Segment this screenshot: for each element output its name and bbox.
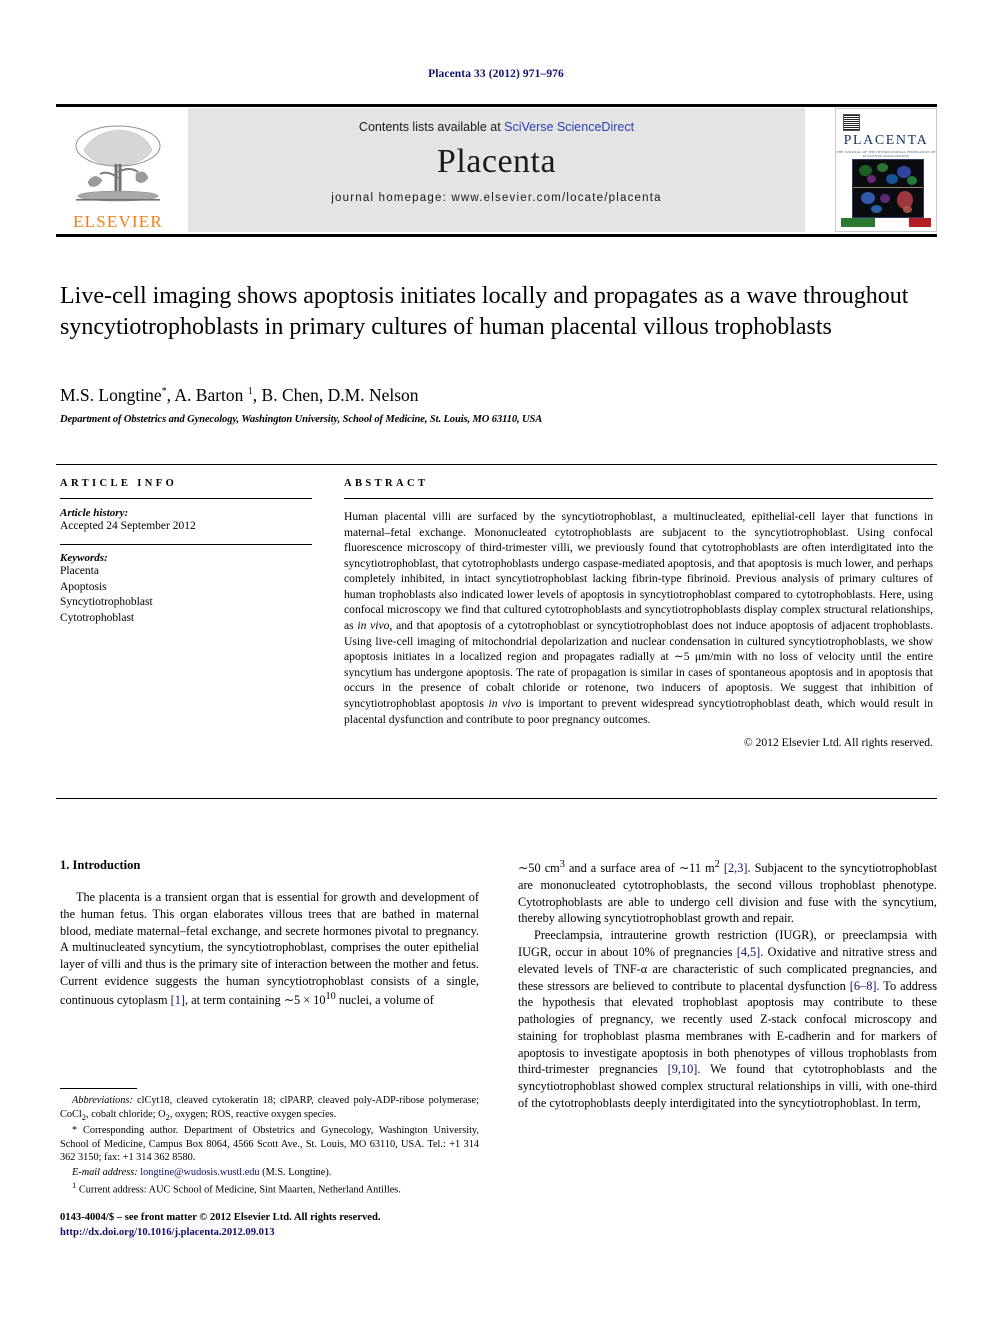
article-info-heading: ARTICLE INFO — [60, 478, 178, 489]
abstract-column: ABSTRACT Human placental villi are surfa… — [344, 478, 933, 749]
journal-homepage[interactable]: journal homepage: www.elsevier.com/locat… — [188, 192, 805, 204]
masthead-center-band: Contents lists available at SciVerse Sci… — [188, 108, 805, 232]
keywords-label: Keywords: — [60, 552, 108, 565]
doi-link[interactable]: http://dx.doi.org/10.1016/j.placenta.201… — [60, 1226, 560, 1241]
bottom-matter: 0143-4004/$ – see front matter © 2012 El… — [60, 1211, 560, 1241]
elsevier-wordmark: ELSEVIER — [73, 212, 163, 231]
sciencedirect-link[interactable]: SciVerse ScienceDirect — [504, 120, 634, 134]
info-abstract-bottom-rule — [56, 798, 937, 799]
cover-title: PLACENTA — [843, 133, 929, 148]
author-list: M.S. Longtine*, A. Barton 1, B. Chen, D.… — [60, 385, 419, 405]
article-history-value: Accepted 24 September 2012 — [60, 520, 196, 532]
footnote-current-address: 1 Current address: AUC School of Medicin… — [72, 1180, 401, 1196]
masthead-top-rule — [56, 104, 937, 107]
journal-reference: Placenta 33 (2012) 971–976 — [428, 68, 564, 80]
intro-paragraph-right-2: Preeclampsia, intrauterine growth restri… — [518, 928, 937, 1111]
elsevier-logo: ELSEVIER — [58, 112, 178, 230]
article-history-label: Article history: — [60, 507, 129, 519]
contents-prefix: Contents lists available at — [358, 120, 505, 134]
body-left-column: 1. Introduction The placenta is a transi… — [60, 858, 479, 1009]
cover-footer-badge-left — [841, 218, 875, 227]
cover-footer-badge-right — [909, 218, 931, 227]
author-affiliation: Department of Obstetrics and Gynecology,… — [60, 414, 543, 425]
cover-micrograph-image — [852, 159, 924, 218]
journal-title: Placenta — [436, 143, 557, 180]
cover-barcode-icon — [843, 114, 860, 131]
footnote-email: E-mail address: longtine@wudosis.wustl.e… — [72, 1166, 332, 1178]
intro-paragraph-right-1: ∼50 cm3 and a surface area of ∼11 m2 [2,… — [518, 859, 938, 926]
abstract-copyright: © 2012 Elsevier Ltd. All rights reserved… — [743, 736, 933, 750]
keywords-block: Keywords: Placenta Apoptosis Syncytiotro… — [60, 552, 312, 626]
paper-page: Placenta 33 (2012) 971–976 ELSEVIER Cont… — [0, 0, 992, 1323]
keyword-item: Placenta — [60, 565, 99, 578]
footnote-abbreviations: Abbreviations: clCyt18, cleaved cytokera… — [60, 1095, 479, 1122]
info-abstract-top-rule — [56, 464, 937, 465]
article-info-column: ARTICLE INFO Article history: Accepted 2… — [60, 478, 312, 626]
journal-masthead: ELSEVIER Contents lists available at Sci… — [56, 104, 937, 237]
footnote-corresponding-author: * Corresponding author. Department of Ob… — [60, 1124, 479, 1164]
masthead-bottom-rule — [56, 234, 937, 237]
journal-cover-thumbnail: PLACENTA THE JOURNAL OF THE INTERNATIONA… — [835, 108, 937, 232]
body-right-column: ∼50 cm3 and a surface area of ∼11 m2 [2,… — [518, 858, 937, 1112]
contents-available-line: Contents lists available at SciVerse Sci… — [188, 120, 805, 134]
cover-subtitle: THE JOURNAL OF THE INTERNATIONAL FEDERAT… — [836, 150, 936, 158]
keyword-item: Cytotrophoblast — [60, 611, 135, 624]
intro-paragraph-left: The placenta is a transient organ that i… — [60, 890, 479, 1007]
section-heading-introduction: 1. Introduction — [60, 858, 141, 872]
keyword-item: Apoptosis — [60, 580, 107, 593]
footnote-separator-rule — [60, 1088, 137, 1089]
abstract-rule — [344, 498, 933, 499]
article-info-rule — [60, 498, 312, 499]
article-info-divider — [60, 544, 312, 546]
abstract-heading: ABSTRACT — [344, 478, 429, 489]
keyword-item: Syncytiotrophoblast — [60, 596, 153, 609]
info-abstract-block: ARTICLE INFO Article history: Accepted 2… — [56, 464, 937, 799]
elsevier-tree-icon — [75, 125, 161, 202]
footnotes-block: Abbreviations: clCyt18, cleaved cytokera… — [60, 1094, 479, 1198]
issn-frontmatter-line: 0143-4004/$ – see front matter © 2012 El… — [60, 1212, 381, 1223]
abstract-text: Human placental villi are surfaced by th… — [344, 510, 934, 726]
article-title: Live-cell imaging shows apoptosis initia… — [60, 283, 909, 340]
